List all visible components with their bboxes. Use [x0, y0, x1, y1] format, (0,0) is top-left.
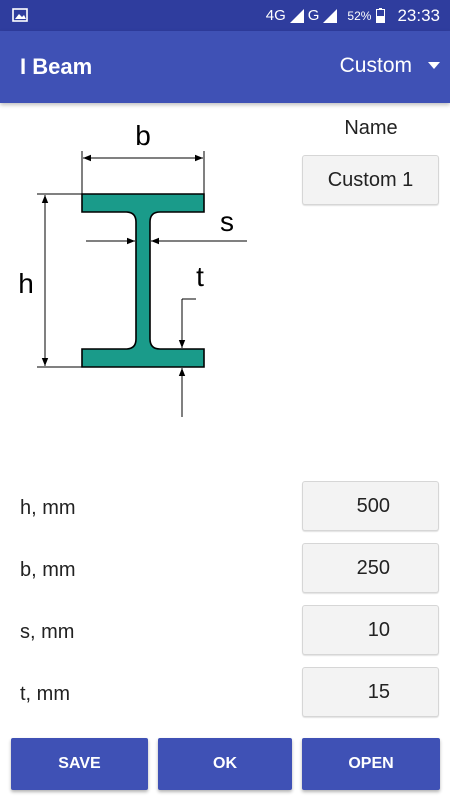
- open-button[interactable]: OPEN: [302, 738, 440, 790]
- network-type-4g: 4G: [265, 7, 286, 24]
- s-param-label: s, mm: [20, 621, 75, 643]
- battery-percent: 52%: [347, 8, 372, 23]
- t-input[interactable]: 15: [302, 667, 439, 717]
- battery-icon: [376, 8, 386, 23]
- s-label: s: [220, 206, 234, 237]
- spinner-value: Custom: [339, 54, 412, 77]
- signal-icon: [289, 8, 304, 23]
- b-label: b: [135, 120, 151, 151]
- app-bar: I Beam Custom: [0, 31, 450, 103]
- h-param-label: h, mm: [20, 497, 76, 519]
- app-title: I Beam: [20, 54, 93, 79]
- i-beam-diagram: b h s t: [18, 120, 247, 417]
- h-label: h: [18, 268, 34, 299]
- s-input[interactable]: 10: [302, 605, 439, 655]
- network-type-g: G: [307, 7, 320, 24]
- image-notification-icon: [12, 8, 28, 22]
- clock: 23:33: [397, 5, 440, 25]
- profile-type-spinner[interactable]: Custom: [340, 46, 440, 86]
- b-input[interactable]: 250: [302, 543, 439, 593]
- i-beam-shape: [81, 193, 205, 368]
- b-param-label: b, mm: [20, 559, 76, 581]
- dropdown-arrow-icon: [428, 62, 440, 69]
- name-label: Name: [344, 117, 398, 139]
- t-param-label: t, mm: [20, 683, 70, 705]
- name-field[interactable]: Custom 1: [302, 155, 439, 205]
- ok-button[interactable]: OK: [158, 738, 292, 790]
- signal-icon-2: [323, 8, 338, 23]
- status-bar: 4G G 52% 23:33: [0, 0, 450, 31]
- t-label: t: [196, 261, 204, 292]
- h-input[interactable]: 500: [302, 481, 439, 531]
- save-button[interactable]: SAVE: [11, 738, 148, 790]
